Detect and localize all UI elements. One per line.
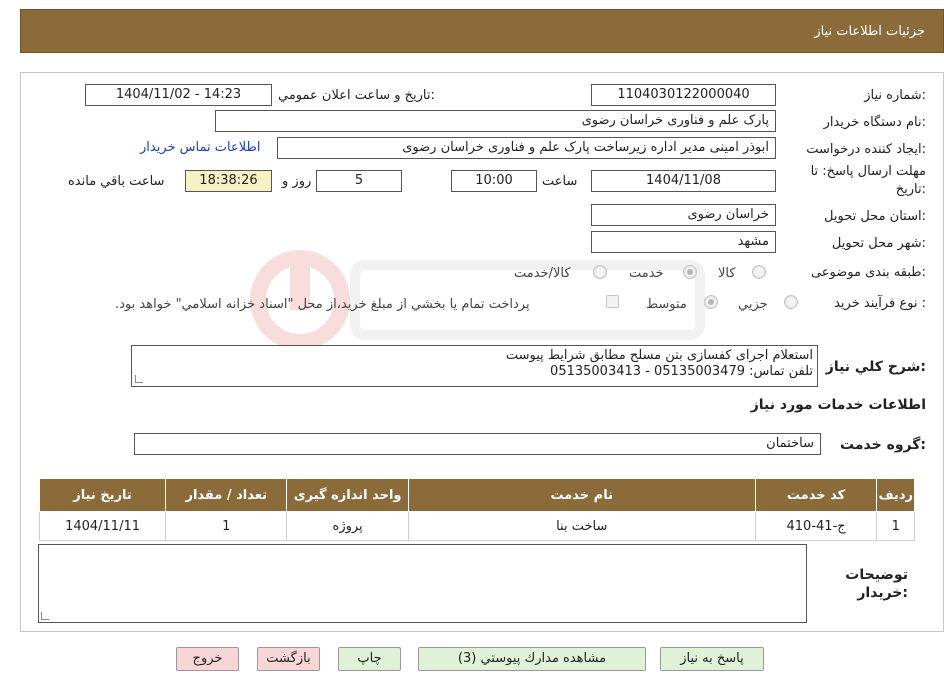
description-textarea[interactable]: استعلام اجرای کفسازی بتن مسلح مطابق شرای… (131, 345, 818, 387)
days-field: 5 (316, 170, 402, 192)
services-section-title: اطلاعات خدمات مورد نياز (750, 397, 926, 413)
buyer-org-label: نام دستگاه خريدار: (823, 115, 926, 130)
service-group-field: ساختمان (134, 433, 821, 455)
col-row-header: رديف (876, 478, 915, 512)
resize-handle-icon[interactable] (135, 375, 143, 383)
cell-qty: 1 (165, 511, 288, 541)
days-label: روز و (282, 174, 312, 189)
requester-field: ابوذر امینی مدیر اداره زیرساخت پارک علم … (277, 137, 776, 159)
payment-note: پرداخت تمام يا بخشي از مبلغ خريد،از محل … (115, 297, 530, 312)
deadline-date-field: 1404/11/08 (591, 170, 776, 192)
category-option-service: خدمت (629, 266, 664, 281)
description-line-2: تلفن تماس: 05135003479 - 05135003413 (550, 364, 813, 379)
process-radio-minor[interactable] (784, 295, 798, 309)
category-label: طبقه بندی موضوعی: (810, 265, 926, 280)
col-qty-header: تعداد / مقدار (165, 478, 288, 512)
cell-code: ج-41-410 (754, 511, 878, 541)
cell-row: 1 (876, 511, 915, 541)
process-option-medium: متوسط (646, 297, 687, 312)
announce-label: تاریخ و ساعت اعلان عمومي: (278, 88, 435, 103)
page-header: جزئیات اطلاعات نیاز (20, 9, 944, 53)
buyer-notes-label: توضيحات (845, 567, 908, 583)
table-row: 1 ج-41-410 ساخت بنا پروژه 1 1404/11/11 (38, 511, 915, 541)
process-radio-medium[interactable] (704, 295, 718, 309)
buyer-contact-link[interactable]: اطلاعات تماس خريدار (140, 140, 260, 155)
category-radio-goods-service[interactable] (593, 265, 607, 279)
requester-label: ايجاد كننده درخواست: (806, 142, 926, 157)
back-button[interactable]: بازگشت (257, 647, 320, 671)
page-title: جزئیات اطلاعات نیاز (814, 24, 925, 39)
attachments-button[interactable]: مشاهده مدارك پيوستي (3) (418, 647, 646, 671)
deadline-label: مهلت ارسال پاسخ: تا (810, 164, 926, 179)
notes-resize-handle-icon[interactable] (41, 612, 49, 620)
category-option-goods-service: کالا/خدمت (514, 266, 571, 281)
exit-button[interactable]: خروج (176, 647, 239, 671)
category-radio-service[interactable] (683, 265, 697, 279)
time-label: ساعت (542, 174, 578, 189)
process-option-minor: جزيي (738, 297, 768, 312)
cell-name: ساخت بنا (407, 511, 756, 541)
buyer-org-field: پارک علم و فناوری خراسان رضوی (215, 110, 776, 132)
city-label: شهر محل تحويل: (831, 236, 926, 251)
col-code-header: كد خدمت (754, 478, 878, 512)
buyer-notes-textarea[interactable] (38, 544, 807, 623)
cell-date: 1404/11/11 (38, 511, 167, 541)
description-label: شرح كلي نياز: (825, 359, 926, 375)
process-label: نوع فرآيند خريد : (834, 296, 926, 311)
col-unit-header: واحد اندازه گيری (286, 478, 409, 512)
remaining-time-field: 18:38:26 (185, 170, 272, 192)
service-group-label: گروه خدمت: (840, 437, 926, 453)
reply-button[interactable]: پاسخ به نياز (660, 647, 764, 671)
services-table: رديف كد خدمت نام خدمت واحد اندازه گيری ت… (38, 478, 915, 541)
deadline-label-date: تاريخ: (895, 182, 926, 197)
remaining-label: ساعت باقي مانده (68, 174, 165, 189)
announce-field: 1404/11/02 - 14:23 (85, 84, 272, 106)
category-radio-goods[interactable] (752, 265, 766, 279)
deadline-time-field: 10:00 (451, 170, 537, 192)
province-field: خراسان رضوی (591, 204, 776, 226)
province-label: استان محل تحويل: (824, 209, 926, 224)
print-button[interactable]: چاپ (338, 647, 401, 671)
col-date-header: تاريخ نياز (38, 478, 167, 512)
description-line-1: استعلام اجرای کفسازی بتن مسلح مطابق شرای… (505, 348, 813, 363)
city-field: مشهد (591, 231, 776, 253)
category-option-goods: کالا (718, 266, 736, 281)
cell-unit: پروژه (286, 511, 409, 541)
buyer-notes-label-2: خريدار: (857, 585, 908, 601)
table-header-row: رديف كد خدمت نام خدمت واحد اندازه گيری ت… (38, 478, 915, 512)
need-number-label: شماره نیاز: (864, 88, 926, 103)
need-number-field: 1104030122000040 (591, 84, 776, 106)
col-name-header: نام خدمت (407, 478, 756, 512)
treasury-checkbox[interactable] (606, 295, 619, 308)
